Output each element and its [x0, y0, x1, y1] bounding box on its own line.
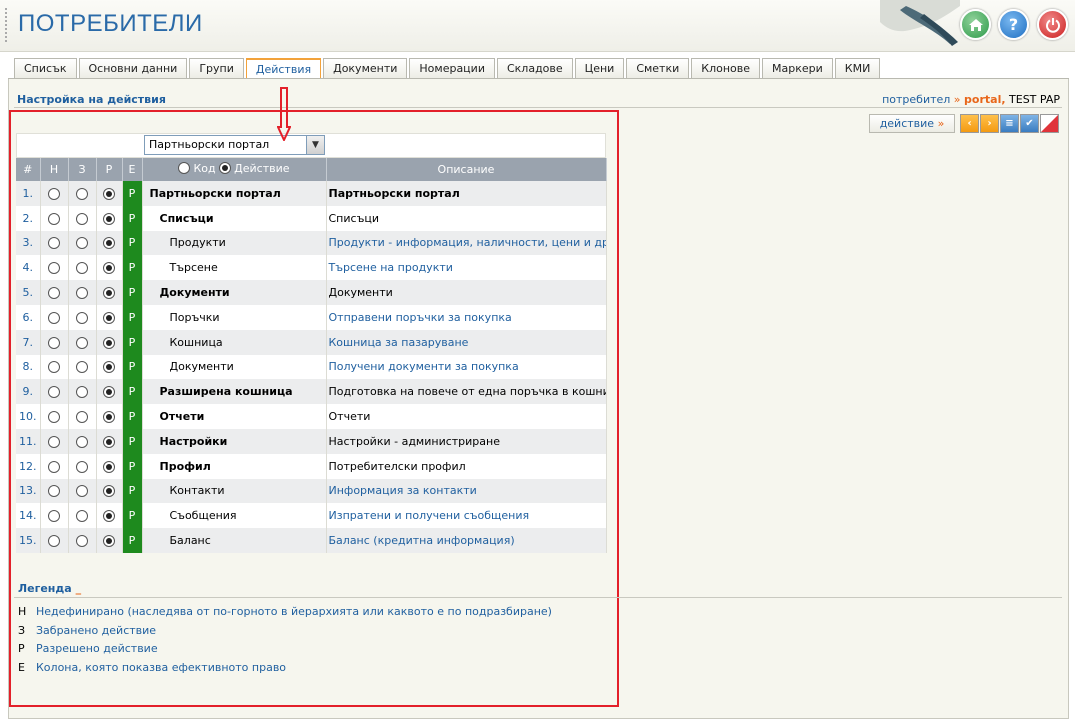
app-header: ПОТРЕБИТЕЛИ ?	[0, 0, 1075, 52]
breadcrumb-user: TEST PAP	[1009, 93, 1060, 106]
legend-divider	[14, 597, 1062, 598]
legend-item: З Забранено действие	[18, 624, 552, 643]
chevron-left-icon: ‹	[967, 118, 972, 129]
tab-numbering[interactable]: Номерации	[409, 58, 495, 79]
prev-button[interactable]: ‹	[960, 114, 979, 133]
list-icon: ≡	[1005, 118, 1014, 129]
tab-kmi[interactable]: КМИ	[834, 58, 881, 79]
action-label: действие	[879, 117, 935, 130]
legend-text: Недефинирано (наследява от по-горното в …	[36, 605, 552, 618]
legend-key: Е	[18, 660, 25, 674]
confirm-button[interactable]: ✔	[1020, 114, 1039, 133]
tab-bar: Списък Основни данни Групи Действия Доку…	[14, 58, 882, 80]
tab-groups[interactable]: Групи	[189, 58, 244, 79]
header-grip	[5, 8, 7, 42]
section-title: Настройка на действия	[17, 93, 166, 106]
annotation-arrow-icon	[277, 87, 291, 141]
check-icon: ✔	[1025, 118, 1034, 129]
section-divider	[14, 107, 1062, 108]
legend-text: Колона, която показва ефективното право	[36, 660, 287, 674]
tab-warehouses[interactable]: Складове	[496, 58, 573, 79]
help-icon: ?	[1008, 15, 1019, 34]
home-button[interactable]	[960, 9, 991, 40]
chevron-right-icon: ›	[987, 118, 992, 129]
clear-icon	[1041, 115, 1058, 132]
tab-accounts[interactable]: Сметки	[626, 58, 690, 79]
action-menu-button[interactable]: действие »	[869, 114, 955, 133]
help-button[interactable]: ?	[998, 9, 1029, 40]
tab-branches[interactable]: Клонове	[691, 58, 761, 79]
tab-list[interactable]: Списък	[14, 58, 77, 79]
tab-prices[interactable]: Цени	[574, 58, 625, 79]
toolbar-icons: ‹ › ≡ ✔	[960, 114, 1060, 133]
home-icon	[968, 18, 983, 31]
breadcrumb-separator: »	[953, 93, 961, 106]
power-icon	[1045, 17, 1060, 33]
breadcrumb-login: portal,	[964, 93, 1006, 106]
breadcrumb: потребител » portal, TEST PAP	[882, 93, 1060, 106]
tab-basic-data[interactable]: Основни данни	[78, 58, 188, 79]
legend-text: Разрешено действие	[36, 642, 158, 655]
legend-key: Р	[18, 642, 25, 655]
breadcrumb-prefix[interactable]: потребител	[882, 93, 950, 106]
legend-title: Легенда _	[18, 582, 81, 595]
legend-key: Н	[18, 605, 27, 618]
legend-key: З	[18, 623, 26, 637]
legend-title-text: Легенда	[18, 582, 72, 595]
legend-text: Забранено действие	[36, 623, 157, 637]
clear-button[interactable]	[1040, 114, 1059, 133]
power-button[interactable]	[1037, 9, 1068, 40]
tab-documents[interactable]: Документи	[323, 58, 408, 79]
legend-marker: _	[75, 582, 82, 595]
app-title: ПОТРЕБИТЕЛИ	[18, 10, 203, 37]
next-button[interactable]: ›	[980, 114, 999, 133]
legend-list: Н Недефинирано (наследява от по-горното …	[18, 605, 552, 679]
tab-markers[interactable]: Маркери	[762, 58, 833, 79]
legend-item: Р Разрешено действие	[18, 642, 552, 661]
action-arrow-icon: »	[937, 117, 945, 130]
tab-actions[interactable]: Действия	[245, 58, 322, 80]
list-view-button[interactable]: ≡	[1000, 114, 1019, 133]
bird-logo-icon	[880, 0, 960, 46]
legend-item: Н Недефинирано (наследява от по-горното …	[18, 605, 552, 624]
legend-item: Е Колона, която показва ефективното прав…	[18, 661, 552, 680]
